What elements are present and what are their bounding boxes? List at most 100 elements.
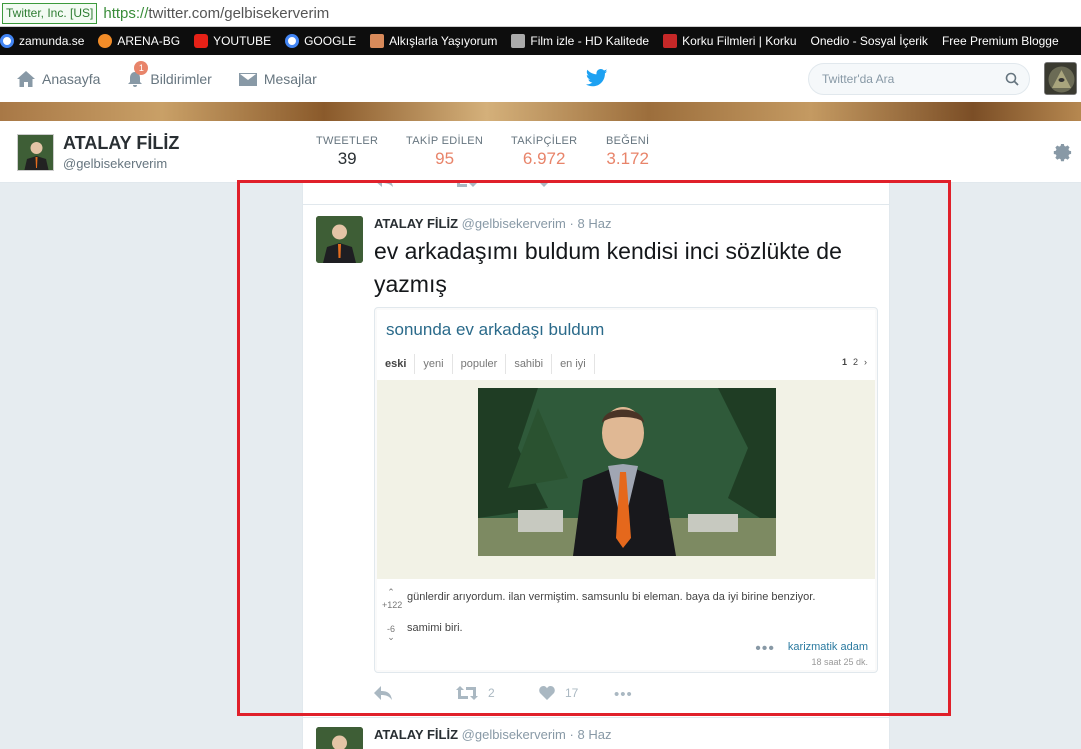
tweet-date[interactable]: 8 Haz — [577, 727, 611, 742]
card-pagination: 1 2 › — [842, 357, 867, 367]
tweet-header: ATALAY FİLİZ @gelbisekerverim · 8 Haz — [374, 727, 611, 742]
profile-handle[interactable]: @gelbisekerverim — [63, 156, 167, 171]
bookmark-label: Film izle - HD Kalitede — [530, 34, 650, 48]
gear-icon[interactable] — [1053, 143, 1073, 163]
profile-nav-bar: ATALAY FİLİZ @gelbisekerverim TWEETLER 3… — [0, 121, 1081, 183]
bookmark-zamunda[interactable]: zamunda.se — [0, 34, 84, 48]
card-tab[interactable]: yeni — [415, 354, 453, 374]
timeline: 1 20 ••• ATALAY FİLİZ @gelbisekerverim ·… — [302, 183, 890, 749]
card-title[interactable]: sonunda ev arkadaşı buldum — [386, 320, 604, 340]
bookmark-free-premium[interactable]: Free Premium Blogge — [942, 34, 1059, 48]
tweet-avatar[interactable] — [316, 727, 363, 749]
retweet-count: 2 — [488, 686, 495, 700]
retweet-count: 1 — [485, 183, 492, 186]
tweet-author-name[interactable]: ATALAY FİLİZ — [374, 727, 458, 742]
user-avatar-menu[interactable] — [1044, 62, 1077, 95]
entry-author[interactable]: karizmatik adam — [788, 641, 868, 653]
person-photo-icon — [18, 135, 53, 170]
tweet-separator — [303, 717, 889, 718]
tweet-author-name[interactable]: ATALAY FİLİZ — [374, 216, 458, 231]
bookmark-label: Korku Filmleri | Korku — [682, 34, 797, 48]
downvote-icon[interactable]: ⌄ — [382, 632, 400, 643]
profile-header-banner — [0, 102, 1081, 121]
card-tabs: eski yeni populer sahibi en iyi — [383, 354, 595, 374]
bookmark-onedio[interactable]: Onedio - Sosyal İçerik — [811, 34, 928, 48]
bookmark-label: zamunda.se — [19, 34, 85, 48]
stat-value: 39 — [337, 149, 357, 168]
retweet-icon[interactable] — [455, 183, 477, 187]
tweet-header: ATALAY FİLİZ @gelbisekerverim · 8 Haz — [374, 216, 611, 231]
page-link[interactable]: 2 — [853, 357, 858, 367]
reply-button[interactable] — [374, 686, 392, 700]
search-input[interactable]: Twitter'da Ara — [808, 63, 1030, 95]
link-card[interactable]: sonunda ev arkadaşı buldum eski yeni pop… — [374, 307, 878, 673]
bookmark-youtube[interactable]: YOUTUBE — [194, 34, 271, 48]
nav-notifications[interactable]: 1 Bildirimler — [126, 60, 212, 88]
card-tab[interactable]: en iyi — [552, 354, 595, 374]
more-icon[interactable]: ••• — [615, 183, 630, 185]
youtube-icon — [194, 34, 209, 48]
envelope-icon — [238, 72, 257, 86]
twitter-bird-icon[interactable] — [586, 69, 608, 87]
profile-avatar[interactable] — [17, 134, 54, 171]
bookmark-label: ARENA-BG — [117, 34, 181, 48]
nav-home-label: Anasayfa — [42, 70, 101, 87]
retweet-button[interactable]: 2 — [456, 686, 495, 700]
certificate-label[interactable]: Twitter, Inc. [US] — [2, 2, 98, 24]
reply-icon[interactable] — [375, 183, 393, 187]
bookmark-label: Free Premium Blogge — [941, 34, 1059, 48]
profile-name[interactable]: ATALAY FİLİZ — [63, 133, 179, 154]
stat-tweets[interactable]: TWEETLER 39 — [316, 135, 378, 169]
bookmark-label: GOOGLE — [304, 34, 357, 48]
nav-home[interactable]: Anasayfa — [16, 70, 100, 88]
previous-tweet-actions: 1 20 ••• — [303, 183, 889, 189]
card-image-area — [377, 380, 875, 579]
search-icon[interactable] — [1005, 72, 1019, 86]
url-scheme: https:// — [103, 4, 149, 22]
url-text[interactable]: https://twitter.com/gelbisekerverim — [103, 5, 329, 22]
like-count: 20 — [561, 183, 574, 186]
tweet-author-handle[interactable]: @gelbisekerverim — [462, 216, 566, 231]
bookmark-alkislarla[interactable]: Alkışlarla Yaşıyorum — [370, 34, 497, 48]
retweet-icon — [456, 686, 478, 700]
like-button[interactable]: 17 — [539, 686, 578, 700]
stat-following[interactable]: TAKİP EDİLEN 95 — [406, 135, 483, 169]
bookmarks-bar: zamunda.se ARENA-BG YOUTUBE GOOGLE Alkış… — [0, 27, 1081, 55]
bookmark-google[interactable]: GOOGLE — [285, 34, 356, 48]
stat-likes[interactable]: BEĞENİ 3.172 — [606, 135, 649, 169]
bookmark-label: Alkışlarla Yaşıyorum — [389, 34, 498, 48]
entry-text: samimi biri. — [407, 622, 463, 634]
card-tab[interactable]: populer — [453, 354, 507, 374]
tweet-separator — [303, 204, 889, 205]
stat-value: 3.172 — [606, 149, 649, 168]
eye-pyramid-avatar-icon — [1045, 63, 1076, 94]
reply-icon — [374, 686, 392, 700]
card-photo[interactable] — [478, 388, 776, 556]
card-tab[interactable]: sahibi — [506, 354, 553, 374]
person-photo-icon — [316, 727, 363, 749]
page-next[interactable]: › — [864, 357, 867, 367]
tweet-date[interactable]: 8 Haz — [577, 216, 611, 231]
address-bar[interactable]: Twitter, Inc. [US] https://twitter.com/g… — [0, 0, 1081, 27]
entry-more-icon[interactable]: ••• — [755, 640, 775, 658]
tweet-actions: 2 17 ••• — [374, 686, 674, 706]
heart-icon — [539, 686, 555, 700]
more-icon[interactable]: ••• — [614, 686, 633, 703]
search-placeholder: Twitter'da Ara — [822, 72, 895, 86]
bookmark-film-izle[interactable]: Film izle - HD Kalitede — [511, 34, 649, 48]
page-link[interactable]: 1 — [842, 357, 847, 367]
stat-label: TAKİPÇİLER — [511, 135, 578, 147]
upvote-icon[interactable]: ⌃ — [382, 587, 400, 598]
card-tab[interactable]: eski — [383, 354, 416, 374]
tweet-text: ev arkadaşımı buldum kendisi inci sözlük… — [374, 238, 842, 297]
stat-followers[interactable]: TAKİPÇİLER 6.972 — [511, 135, 577, 169]
tweet-author-handle[interactable]: @gelbisekerverim — [462, 727, 566, 742]
bookmark-korku-filmleri[interactable]: Korku Filmleri | Korku — [663, 34, 797, 48]
heart-icon[interactable] — [537, 183, 551, 187]
stat-value: 6.972 — [522, 149, 566, 168]
nav-notifications-label: Bildirimler — [150, 70, 212, 87]
tweet-avatar[interactable] — [316, 216, 363, 263]
tweet-date-separator: · — [569, 727, 574, 742]
nav-messages[interactable]: Mesajlar — [238, 70, 317, 88]
bookmark-arena-bg[interactable]: ARENA-BG — [98, 34, 180, 48]
